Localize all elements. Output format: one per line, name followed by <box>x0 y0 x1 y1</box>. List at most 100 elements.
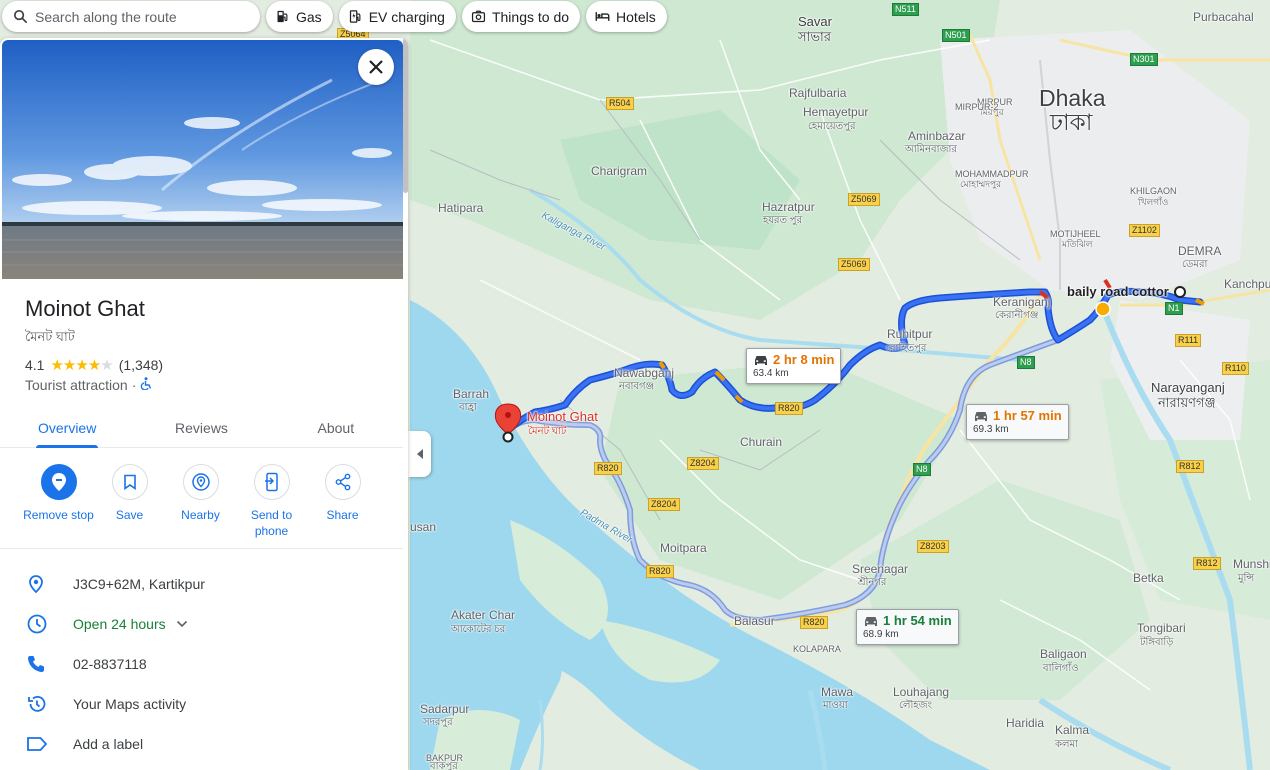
close-icon <box>369 60 383 74</box>
place-label: Moitpara <box>660 541 707 555</box>
panel-scrollbar[interactable] <box>403 38 408 193</box>
route-option-alt-1[interactable]: 1 hr 57 min 69.3 km <box>966 404 1069 440</box>
phone-icon <box>28 656 44 672</box>
place-label: Mawa <box>821 685 854 699</box>
destination-label[interactable]: Moinot Ghat <box>527 410 598 423</box>
place-label: সদরপুর <box>423 717 453 728</box>
city-label: ঢাকা <box>1050 109 1093 135</box>
maps-app: Savar সাভার Rajfulbaria Hemayetpur হেমায… <box>0 0 1270 770</box>
remove-stop-button[interactable]: Remove stop <box>23 464 94 539</box>
road-badge: R820 <box>594 462 622 475</box>
place-photo[interactable] <box>2 40 403 279</box>
chip-hotels[interactable]: Hotels <box>586 1 667 32</box>
route-distance: 69.3 km <box>973 424 1009 435</box>
category-row: Tourist attraction · <box>25 377 152 393</box>
road-badge: Z1102 <box>1129 224 1160 237</box>
chip-label: Things to do <box>491 8 570 25</box>
bed-icon <box>595 12 610 21</box>
maps-activity-row[interactable]: Your Maps activity <box>0 684 403 724</box>
place-label: Purbacahal <box>1193 10 1254 24</box>
hours-row[interactable]: Open 24 hours <box>0 604 403 644</box>
top-bar: Search along the route Gas EV charging T… <box>0 0 667 33</box>
chip-label: Hotels <box>616 8 656 25</box>
rating-value: 4.1 <box>25 357 45 373</box>
place-label: সাভার <box>798 29 831 44</box>
road-badge: N501 <box>942 29 970 42</box>
chevron-down-icon[interactable] <box>176 620 188 628</box>
chip-gas[interactable]: Gas <box>266 1 333 32</box>
place-label: Tongibari <box>1137 621 1186 635</box>
phone-row[interactable]: 02-8837118 <box>0 644 403 684</box>
nearby-button[interactable]: Nearby <box>165 464 236 539</box>
destination-label-bn: মৈনট ঘাট <box>528 426 567 437</box>
tab-reviews[interactable]: Reviews <box>134 408 268 447</box>
send-to-phone-icon <box>264 472 278 492</box>
place-label: বাকপুর <box>430 761 458 770</box>
place-label: Balasur <box>734 614 775 628</box>
collapse-panel-button[interactable] <box>408 431 431 477</box>
road-badge: R812 <box>1176 460 1204 473</box>
road-badge: Z8203 <box>917 540 949 553</box>
tab-overview[interactable]: Overview <box>0 408 134 448</box>
city-label: Dhaka <box>1039 85 1106 111</box>
route-option-alt-2[interactable]: 1 hr 54 min 68.9 km <box>856 609 959 645</box>
reviews-count[interactable]: (1,348) <box>119 357 163 373</box>
phone-text: 02-8837118 <box>73 656 147 672</box>
road-badge: R820 <box>646 565 674 578</box>
maps-activity-text: Your Maps activity <box>73 696 187 712</box>
route-time: 1 hr 57 min <box>993 408 1062 423</box>
chip-label: EV charging <box>368 8 445 25</box>
place-label: হযরত পুর <box>763 215 803 226</box>
place-label: টঙ্গিবাড়ি <box>1140 637 1174 648</box>
location-pin-icon <box>29 575 43 594</box>
road-badge: Z5069 <box>848 193 880 206</box>
ev-charging-icon <box>349 10 361 23</box>
road-badge: Z8204 <box>648 498 680 511</box>
origin-label: baily road cottor <box>1067 284 1169 299</box>
place-label: Sreenagar <box>852 562 909 576</box>
share-button[interactable]: Share <box>307 464 378 539</box>
car-icon <box>755 356 767 365</box>
address-row[interactable]: J3C9+62M, Kartikpur <box>0 564 403 604</box>
road-badge: N8 <box>1017 356 1035 369</box>
place-label: DEMRA <box>1178 244 1222 258</box>
chip-things-to-do[interactable]: Things to do <box>461 1 581 32</box>
road-badge: Z5069 <box>838 258 870 271</box>
rating-row[interactable]: 4.1 ★★★★★ (1,348) <box>25 356 163 374</box>
tab-about[interactable]: About <box>269 408 403 447</box>
route-option-primary[interactable]: 2 hr 8 min 63.4 km <box>746 348 842 384</box>
road-badge: N511 <box>892 3 919 16</box>
close-button[interactable] <box>358 49 394 85</box>
place-label: Ruhitpur <box>887 327 933 341</box>
place-label: Churain <box>740 435 783 449</box>
place-label: Kalma <box>1055 723 1090 737</box>
camera-icon <box>471 10 486 23</box>
place-label: বালিগাঁও <box>1043 663 1079 674</box>
place-label: নবাবগঞ্জ <box>619 381 655 392</box>
search-along-route[interactable]: Search along the route <box>2 1 260 32</box>
road-badge: R820 <box>775 402 803 415</box>
road-badge: N301 <box>1130 53 1158 66</box>
place-label: Sadarpur <box>420 702 470 716</box>
place-label: Hemayetpur <box>803 105 869 119</box>
place-label: Hatipara <box>438 201 484 215</box>
star-rating: ★★★★★ <box>50 357 113 374</box>
road-badge: N8 <box>913 463 931 476</box>
route-distance: 63.4 km <box>753 368 789 379</box>
add-label-row[interactable]: Add a label <box>0 724 403 764</box>
road-badge: R812 <box>1193 557 1221 570</box>
action-label: Share <box>326 508 359 522</box>
place-label: Nawabganj <box>614 366 675 380</box>
place-label: লৌহজং <box>899 700 932 711</box>
save-button[interactable]: Save <box>94 464 165 539</box>
send-to-phone-button[interactable]: Send to phone <box>236 464 307 539</box>
road-badge: N1 <box>1165 302 1183 315</box>
address-text: J3C9+62M, Kartikpur <box>73 576 205 592</box>
place-label: KOLAPARA <box>793 644 841 654</box>
chip-ev-charging[interactable]: EV charging <box>338 1 456 32</box>
action-label: Nearby <box>181 508 220 522</box>
car-icon <box>865 617 877 626</box>
place-title: Moinot Ghat <box>25 296 145 321</box>
nearby-icon <box>191 473 210 491</box>
add-label-text: Add a label <box>73 736 144 752</box>
